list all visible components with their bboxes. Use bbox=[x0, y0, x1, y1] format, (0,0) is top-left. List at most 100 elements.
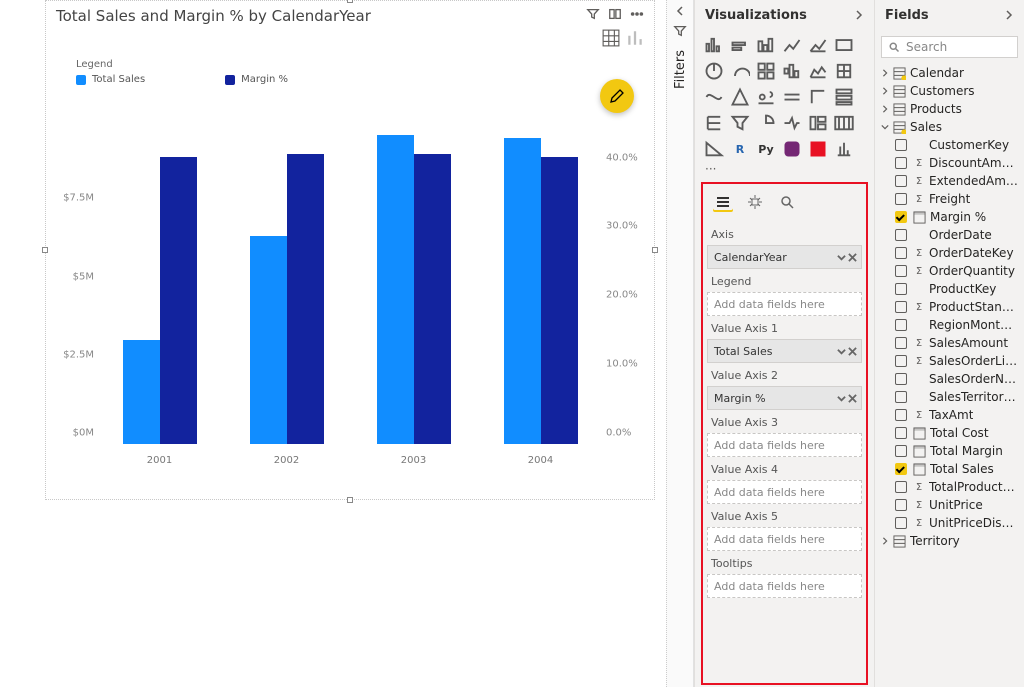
tab-analytics[interactable] bbox=[777, 192, 797, 212]
chevron-right-icon[interactable] bbox=[854, 10, 864, 20]
field-row[interactable]: CustomerKey bbox=[879, 136, 1020, 154]
table-row[interactable]: Territory bbox=[879, 532, 1020, 550]
field-row[interactable]: SalesTerritory... bbox=[879, 388, 1020, 406]
viz-type-icon[interactable] bbox=[807, 112, 829, 134]
filters-pane-collapsed[interactable]: Filters bbox=[666, 0, 694, 687]
field-drop-target[interactable]: Add data fields here bbox=[707, 433, 862, 457]
checkbox[interactable] bbox=[895, 175, 907, 187]
field-row[interactable]: Total Sales bbox=[879, 460, 1020, 478]
field-row[interactable]: ΣSalesAmount bbox=[879, 334, 1020, 352]
spotlight-icon[interactable] bbox=[608, 7, 622, 25]
checkbox[interactable] bbox=[895, 499, 907, 511]
viz-type-icon[interactable] bbox=[729, 60, 751, 82]
bar[interactable] bbox=[160, 157, 197, 444]
field-row[interactable]: ΣOrderDateKey bbox=[879, 244, 1020, 262]
bar[interactable] bbox=[541, 157, 578, 444]
table-row[interactable]: Calendar bbox=[879, 64, 1020, 82]
chevron-right-icon[interactable] bbox=[1004, 10, 1014, 20]
legend-item[interactable]: Total Sales bbox=[76, 74, 145, 85]
viz-type-icon[interactable] bbox=[703, 86, 725, 108]
viz-type-icon[interactable] bbox=[833, 112, 855, 134]
checkbox[interactable] bbox=[895, 481, 907, 493]
viz-type-icon[interactable] bbox=[807, 86, 829, 108]
checkbox[interactable] bbox=[895, 211, 907, 223]
chevron-left-icon[interactable] bbox=[675, 6, 685, 16]
viz-type-icon[interactable] bbox=[703, 34, 725, 56]
field-row[interactable]: ΣUnitPriceDisc... bbox=[879, 514, 1020, 532]
field-row[interactable]: ΣExtendedAmo... bbox=[879, 172, 1020, 190]
viz-type-icon[interactable]: Py bbox=[755, 138, 777, 160]
table-row[interactable]: Customers bbox=[879, 82, 1020, 100]
field-drop-target[interactable]: Add data fields here bbox=[707, 480, 862, 504]
field-row[interactable]: ΣTotalProductC... bbox=[879, 478, 1020, 496]
viz-type-icon[interactable] bbox=[833, 34, 855, 56]
bar[interactable] bbox=[287, 154, 324, 444]
viz-type-icon[interactable] bbox=[729, 34, 751, 56]
checkbox[interactable] bbox=[895, 373, 907, 385]
field-row[interactable]: ΣUnitPrice bbox=[879, 496, 1020, 514]
field-row[interactable]: OrderDate bbox=[879, 226, 1020, 244]
viz-type-icon[interactable] bbox=[781, 60, 803, 82]
field-row[interactable]: ΣTaxAmt bbox=[879, 406, 1020, 424]
field-row[interactable]: Total Cost bbox=[879, 424, 1020, 442]
viz-type-icon[interactable] bbox=[703, 138, 725, 160]
viz-type-icon[interactable] bbox=[807, 34, 829, 56]
field-row[interactable]: SalesOrderNu... bbox=[879, 370, 1020, 388]
field-row[interactable]: Margin % bbox=[879, 208, 1020, 226]
more-icon[interactable] bbox=[630, 7, 644, 25]
field-pill[interactable]: Total Sales bbox=[707, 339, 862, 363]
field-pill[interactable]: Margin % bbox=[707, 386, 862, 410]
filter-icon[interactable] bbox=[586, 7, 600, 25]
field-row[interactable]: ΣOrderQuantity bbox=[879, 262, 1020, 280]
checkbox[interactable] bbox=[895, 319, 907, 331]
tab-format[interactable] bbox=[745, 192, 765, 212]
bar[interactable] bbox=[377, 135, 414, 444]
checkbox[interactable] bbox=[895, 265, 907, 277]
checkbox[interactable] bbox=[895, 301, 907, 313]
checkbox[interactable] bbox=[895, 517, 907, 529]
checkbox[interactable] bbox=[895, 139, 907, 151]
field-row[interactable]: ΣSalesOrderLin... bbox=[879, 352, 1020, 370]
bar[interactable] bbox=[414, 154, 451, 445]
viz-type-icon[interactable] bbox=[807, 60, 829, 82]
viz-type-icon[interactable] bbox=[729, 112, 751, 134]
viz-type-icon[interactable] bbox=[833, 60, 855, 82]
field-row[interactable]: ProductKey bbox=[879, 280, 1020, 298]
chart-visual[interactable]: Total Sales and Margin % by CalendarYear… bbox=[45, 0, 655, 500]
checkbox[interactable] bbox=[895, 157, 907, 169]
search-input[interactable]: Search bbox=[881, 36, 1018, 58]
bar[interactable] bbox=[250, 236, 287, 444]
annotate-button[interactable] bbox=[600, 79, 634, 113]
checkbox[interactable] bbox=[895, 283, 907, 295]
viz-type-icon[interactable] bbox=[755, 60, 777, 82]
viz-type-icon[interactable] bbox=[755, 112, 777, 134]
checkbox[interactable] bbox=[895, 229, 907, 241]
resize-handle-left[interactable] bbox=[42, 247, 48, 253]
tab-fields[interactable] bbox=[713, 192, 733, 212]
resize-handle-right[interactable] bbox=[652, 247, 658, 253]
table-row[interactable]: Sales bbox=[879, 118, 1020, 136]
checkbox[interactable] bbox=[895, 391, 907, 403]
viz-type-icon[interactable] bbox=[781, 112, 803, 134]
viz-type-icon[interactable] bbox=[833, 138, 855, 160]
checkbox[interactable] bbox=[895, 427, 907, 439]
viz-type-icon[interactable] bbox=[781, 34, 803, 56]
more-visuals-icon[interactable]: ··· bbox=[695, 162, 874, 180]
viz-type-icon[interactable] bbox=[703, 60, 725, 82]
field-row[interactable]: ΣProductStand... bbox=[879, 298, 1020, 316]
viz-type-icon[interactable]: R bbox=[729, 138, 751, 160]
field-row[interactable]: Total Margin bbox=[879, 442, 1020, 460]
legend-item[interactable]: Margin % bbox=[225, 74, 288, 85]
field-drop-target[interactable]: Add data fields here bbox=[707, 292, 862, 316]
checkbox[interactable] bbox=[895, 247, 907, 259]
field-row[interactable]: RegionMonthID bbox=[879, 316, 1020, 334]
checkbox[interactable] bbox=[895, 409, 907, 421]
checkbox[interactable] bbox=[895, 337, 907, 349]
viz-type-icon[interactable] bbox=[729, 86, 751, 108]
checkbox[interactable] bbox=[895, 445, 907, 457]
field-row[interactable]: ΣDiscountAmo... bbox=[879, 154, 1020, 172]
bar[interactable] bbox=[123, 340, 160, 444]
drill-icon[interactable] bbox=[626, 29, 644, 47]
viz-type-icon[interactable] bbox=[833, 86, 855, 108]
table-row[interactable]: Products bbox=[879, 100, 1020, 118]
